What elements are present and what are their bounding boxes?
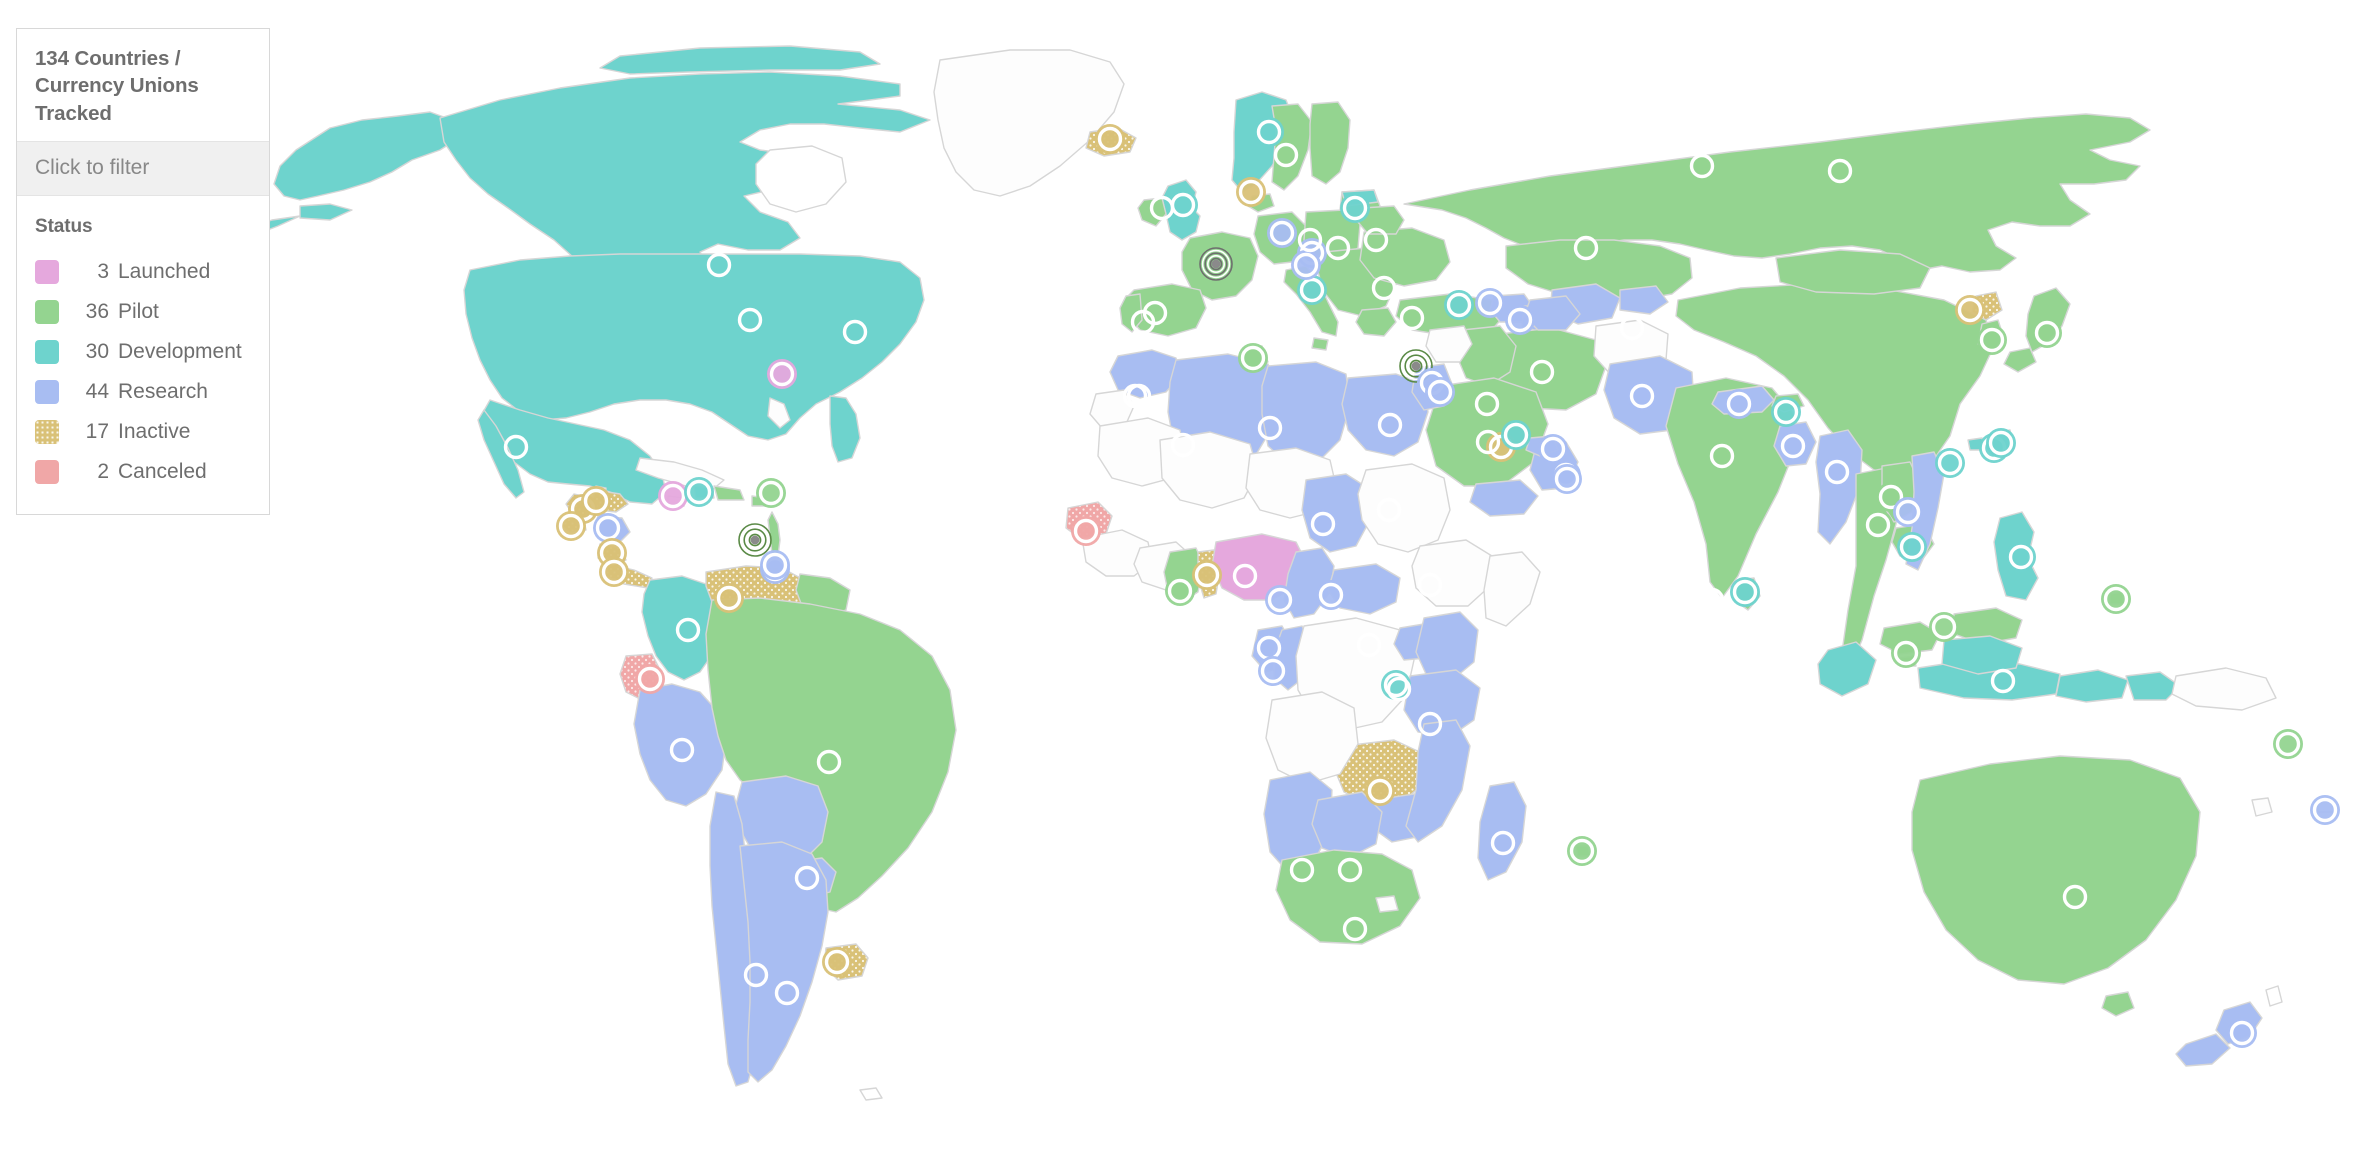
marker-palau[interactable] bbox=[2101, 584, 2131, 614]
legend-panel[interactable]: 134 Countries / Currency Unions Tracked … bbox=[16, 28, 270, 515]
marker-eastern-caribbean[interactable] bbox=[738, 523, 772, 557]
marker-ecuador[interactable] bbox=[635, 664, 665, 694]
marker-azerbaijan[interactable] bbox=[1505, 305, 1535, 335]
marker-jordan[interactable] bbox=[1425, 377, 1455, 407]
country-chad bbox=[1301, 473, 1371, 553]
country-italy-s bbox=[1311, 337, 1329, 351]
marker-estonia[interactable] bbox=[1340, 193, 1370, 223]
legend-swatch-launched bbox=[35, 259, 59, 284]
marker-cameroon[interactable] bbox=[1265, 585, 1295, 615]
legend-item-launched[interactable]: 3 Launched bbox=[35, 252, 251, 292]
marker-mauritius[interactable] bbox=[1567, 836, 1597, 866]
marker-south-korea[interactable] bbox=[1977, 325, 2007, 355]
legend-rows: 3 Launched 36 Pilot 30 Development 44 Research 1… bbox=[35, 252, 251, 492]
legend-count: 17 bbox=[85, 420, 109, 444]
marker-bangladesh[interactable] bbox=[1778, 431, 1808, 461]
legend-item-inactive[interactable]: 17 Inactive bbox=[35, 412, 251, 452]
marker-china[interactable] bbox=[1935, 448, 1965, 478]
marker-norway[interactable] bbox=[1254, 117, 1284, 147]
marker-italy[interactable] bbox=[1297, 275, 1327, 305]
legend-swatch-research bbox=[35, 379, 59, 404]
marker-singapore[interactable] bbox=[1891, 638, 1921, 668]
marker-cambodia[interactable] bbox=[1897, 532, 1927, 562]
marker-el-salvador[interactable] bbox=[556, 511, 586, 541]
country-ukraine bbox=[1359, 227, 1451, 287]
marker-myanmar[interactable] bbox=[1822, 457, 1852, 487]
marker-nepal[interactable] bbox=[1724, 389, 1754, 419]
marker-georgia[interactable] bbox=[1475, 288, 1505, 318]
marker-kuwait[interactable] bbox=[1501, 420, 1531, 450]
marker-nigeria[interactable] bbox=[1230, 561, 1260, 591]
marker-vietnam[interactable] bbox=[1893, 497, 1923, 527]
legend-swatch-inactive bbox=[35, 419, 59, 444]
marker-new-zealand[interactable] bbox=[2227, 1018, 2257, 1048]
legend-label: Research bbox=[118, 380, 208, 404]
marker-dominican-republic[interactable] bbox=[756, 478, 786, 508]
legend-item-research[interactable]: 44 Research bbox=[35, 372, 251, 412]
legend-count: 3 bbox=[97, 260, 109, 284]
marker-uruguay[interactable] bbox=[822, 947, 852, 977]
marker-bahrain[interactable] bbox=[1538, 434, 1568, 464]
legend-count: 44 bbox=[85, 380, 109, 404]
marker-sri-lanka[interactable] bbox=[1730, 577, 1760, 607]
legend-label: Pilot bbox=[118, 300, 159, 324]
legend-item-development[interactable]: 30 Development bbox=[35, 332, 251, 372]
legend-label: Development bbox=[118, 340, 242, 364]
marker-chad[interactable] bbox=[1308, 509, 1338, 539]
legend-item-canceled[interactable]: 2 Canceled bbox=[35, 452, 251, 492]
marker-pakistan[interactable] bbox=[1627, 381, 1657, 411]
marker-central-african-rep[interactable] bbox=[1316, 580, 1346, 610]
legend-swatch-canceled bbox=[35, 459, 59, 484]
country-mongolia bbox=[1775, 249, 1931, 295]
marker-congo[interactable] bbox=[1258, 656, 1288, 686]
legend-label: Inactive bbox=[118, 420, 191, 444]
marker-malaysia[interactable] bbox=[1929, 612, 1959, 642]
marker-iceland[interactable] bbox=[1095, 124, 1125, 154]
legend-label: Canceled bbox=[118, 460, 207, 484]
marker-switzerland[interactable] bbox=[1291, 250, 1321, 280]
legend-body: Status 3 Launched 36 Pilot 30 Development 44 Re… bbox=[17, 196, 269, 514]
legend-swatch-pilot bbox=[35, 299, 59, 324]
marker-zambia[interactable] bbox=[1365, 776, 1395, 806]
marker-senegal[interactable] bbox=[1071, 516, 1101, 546]
marker-japan[interactable] bbox=[2032, 318, 2062, 348]
legend-count: 2 bbox=[97, 460, 109, 484]
marker-panama[interactable] bbox=[599, 557, 629, 587]
world-map[interactable] bbox=[0, 0, 2374, 1160]
marker-germany[interactable] bbox=[1267, 218, 1297, 248]
legend-label: Launched bbox=[118, 260, 211, 284]
marker-honduras[interactable] bbox=[581, 486, 611, 516]
marker-ghana[interactable] bbox=[1165, 576, 1195, 606]
marker-nicaragua[interactable] bbox=[593, 513, 623, 543]
legend-count: 30 bbox=[85, 340, 109, 364]
map-container[interactable]: 134 Countries / Currency Unions Tracked … bbox=[0, 0, 2374, 1160]
marker-oman[interactable] bbox=[1552, 464, 1582, 494]
marker-france[interactable] bbox=[1199, 247, 1233, 281]
marker-venezuela[interactable] bbox=[714, 583, 744, 613]
legend-count: 36 bbox=[85, 300, 109, 324]
country-newcaledonia bbox=[2251, 797, 2273, 817]
marker-fiji[interactable] bbox=[2310, 795, 2340, 825]
legend-swatch-development bbox=[35, 339, 59, 364]
filter-hint[interactable]: Click to filter bbox=[17, 140, 269, 196]
panel-title: 134 Countries / Currency Unions Tracked bbox=[35, 47, 199, 125]
marker-jamaica[interactable] bbox=[658, 481, 688, 511]
marker-philippines[interactable] bbox=[2006, 542, 2036, 572]
marker-north-korea[interactable] bbox=[1955, 295, 1985, 325]
status-heading: Status bbox=[35, 215, 93, 237]
legend-item-pilot[interactable]: 36 Pilot bbox=[35, 292, 251, 332]
marker-bahamas[interactable] bbox=[767, 359, 797, 389]
marker-tunisia[interactable] bbox=[1238, 343, 1268, 373]
marker-haiti[interactable] bbox=[684, 477, 714, 507]
marker-turkey[interactable] bbox=[1444, 290, 1474, 320]
marker-guyana[interactable] bbox=[760, 550, 790, 580]
marker-denmark[interactable] bbox=[1236, 177, 1266, 207]
marker-bhutan[interactable] bbox=[1771, 397, 1801, 427]
marker-vanuatu[interactable] bbox=[2273, 729, 2303, 759]
marker-togo[interactable] bbox=[1192, 560, 1222, 590]
country-lesotho bbox=[1375, 895, 1399, 913]
marker-taiwan[interactable] bbox=[1986, 428, 2016, 458]
marker-thailand[interactable] bbox=[1863, 510, 1893, 540]
